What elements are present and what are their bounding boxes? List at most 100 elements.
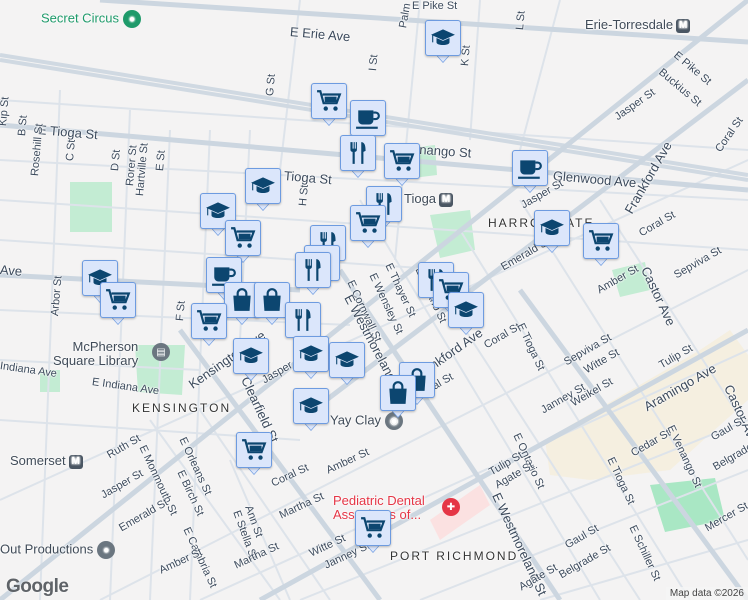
marker-box xyxy=(384,143,420,179)
transit-station-tioga[interactable]: Tioga M xyxy=(404,191,454,207)
marker-box xyxy=(236,432,272,468)
entertainment-pin-icon: ● xyxy=(123,10,142,28)
marker-box xyxy=(293,336,329,372)
map-attribution[interactable]: Map data ©2026 xyxy=(665,587,748,600)
poi-out-productions[interactable]: Out Productions ● xyxy=(0,541,116,559)
medical-pin-icon: ✚ xyxy=(442,498,460,516)
google-logo: Google xyxy=(6,576,69,597)
library-pin-icon: ▤ xyxy=(152,343,170,361)
map-marker-education[interactable] xyxy=(329,342,365,386)
map-marker-shopping-cart[interactable] xyxy=(583,223,619,267)
transit-station-erie-torresdale[interactable]: Erie-Torresdale M xyxy=(585,17,691,33)
street-label: G St xyxy=(264,73,278,97)
poi-name: Square Library xyxy=(53,353,139,368)
marker-box xyxy=(534,210,570,246)
map-marker-restaurant[interactable] xyxy=(295,252,331,296)
map-marker-education[interactable] xyxy=(293,336,329,380)
place-pin-icon: ● xyxy=(97,541,116,559)
map-marker-education[interactable] xyxy=(448,292,484,336)
shopping-cart-icon xyxy=(360,515,386,541)
map-marker-education[interactable] xyxy=(425,20,461,64)
marker-box xyxy=(311,83,347,119)
street-label: E St xyxy=(154,149,168,172)
poi-name: Yay Clay xyxy=(330,412,382,428)
education-icon xyxy=(298,341,324,367)
street-label: I St xyxy=(367,54,381,72)
map-marker-education[interactable] xyxy=(293,388,329,432)
medical-area xyxy=(430,485,490,540)
poi-name: Secret Circus xyxy=(41,10,120,26)
street-label: D St xyxy=(109,149,123,172)
education-icon xyxy=(298,393,324,419)
marker-box xyxy=(425,20,461,56)
street-label: L St xyxy=(514,10,528,31)
poi-secret-circus[interactable]: Secret Circus ● xyxy=(41,10,142,28)
map-marker-education[interactable] xyxy=(233,338,269,382)
education-icon xyxy=(430,25,456,51)
map-marker-coffee[interactable] xyxy=(512,150,548,194)
marker-box xyxy=(293,388,329,424)
restaurant-icon xyxy=(290,307,316,333)
marker-box xyxy=(295,252,331,288)
street-label: C St xyxy=(64,139,78,162)
marker-box xyxy=(355,510,391,546)
map-marker-shopping-cart[interactable] xyxy=(191,303,227,347)
map-marker-restaurant[interactable] xyxy=(340,135,376,179)
shopping-cart-icon xyxy=(241,437,267,463)
metro-icon: M xyxy=(676,18,691,33)
poi-mcpherson-square-library[interactable]: McPherson Square Library xyxy=(53,340,138,368)
marker-box xyxy=(245,168,281,204)
marker-box xyxy=(350,100,386,136)
street-label: B St xyxy=(16,114,30,137)
coffee-icon xyxy=(517,155,543,181)
map-marker-shopping-cart[interactable] xyxy=(100,282,136,326)
marker-box xyxy=(233,338,269,374)
marker-box xyxy=(329,342,365,378)
shopping-cart-icon xyxy=(196,308,222,334)
shopping-bag-icon xyxy=(229,287,255,313)
street-label: E Pike St xyxy=(412,0,458,12)
street-label: F St xyxy=(174,300,188,322)
marker-box xyxy=(448,292,484,328)
map-marker-shopping-cart[interactable] xyxy=(311,83,347,127)
restaurant-icon xyxy=(345,140,371,166)
shopping-cart-icon xyxy=(588,228,614,254)
map-marker-shopping-cart[interactable] xyxy=(236,432,272,476)
marker-box xyxy=(512,150,548,186)
map-marker-shopping-cart[interactable] xyxy=(384,143,420,187)
station-name: Somerset xyxy=(10,453,66,468)
shopping-bag-icon xyxy=(385,380,411,406)
marker-box xyxy=(225,220,261,256)
street-label: H St xyxy=(297,184,311,207)
map-marker-education[interactable] xyxy=(534,210,570,254)
transit-station-somerset[interactable]: Somerset M xyxy=(10,453,83,469)
shopping-cart-icon xyxy=(105,287,131,313)
marker-box xyxy=(350,205,386,241)
street-label: Ave xyxy=(0,262,23,279)
education-icon xyxy=(238,343,264,369)
marker-box xyxy=(100,282,136,318)
map-marker-shopping-cart[interactable] xyxy=(350,205,386,249)
marker-box xyxy=(340,135,376,171)
map-marker-education[interactable] xyxy=(245,168,281,212)
map-canvas[interactable]: E Erie Ave Palm E Pike St L St K St I St… xyxy=(0,0,748,600)
station-name: Erie-Torresdale xyxy=(585,17,674,32)
poi-name: Pediatric Dental xyxy=(333,493,425,508)
shopping-cart-icon xyxy=(355,210,381,236)
poi-name: McPherson xyxy=(72,339,139,354)
map-marker-shopping-bag[interactable] xyxy=(380,375,416,419)
education-icon xyxy=(250,173,276,199)
station-name: Tioga xyxy=(404,191,437,206)
shopping-cart-icon xyxy=(389,148,415,174)
restaurant-icon xyxy=(300,257,326,283)
marker-box xyxy=(191,303,227,339)
metro-icon: M xyxy=(68,454,83,469)
metro-icon: M xyxy=(439,192,454,207)
map-marker-shopping-cart[interactable] xyxy=(355,510,391,554)
education-icon xyxy=(539,215,565,241)
street-label: K St xyxy=(459,44,473,67)
marker-box xyxy=(285,302,321,338)
education-icon xyxy=(453,297,479,323)
poi-name: Out Productions xyxy=(0,541,94,557)
marker-box xyxy=(583,223,619,259)
